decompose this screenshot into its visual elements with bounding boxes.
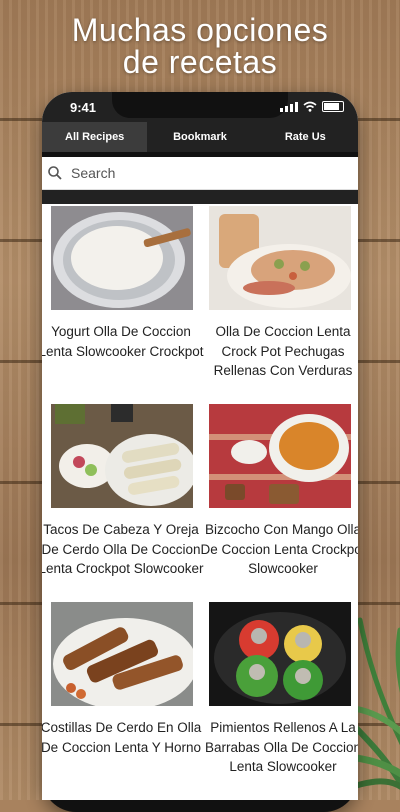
tab-bookmark[interactable]: Bookmark — [147, 122, 252, 152]
recipe-image — [209, 602, 351, 706]
battery-icon — [322, 101, 344, 112]
recipe-image — [51, 404, 193, 508]
search-input[interactable] — [69, 164, 323, 182]
status-time: 9:41 — [70, 100, 97, 115]
promo-headline: Muchas opciones de recetas — [0, 14, 400, 78]
signal-icon — [280, 102, 298, 112]
tab-all-recipes[interactable]: All Recipes — [42, 122, 148, 152]
recipe-image — [51, 206, 193, 310]
recipe-card[interactable]: Pimientos Rellenos A La Barrabas Olla De… — [200, 600, 358, 798]
recipe-card[interactable]: Costillas De Cerdo En Olla De Coccion Le… — [42, 600, 201, 798]
recipe-title: Bizcocho Con Mango Olla De Coccion Lenta… — [200, 522, 358, 576]
recipe-title: Pimientos Rellenos A La Barrabas Olla De… — [204, 720, 358, 774]
wifi-icon — [303, 101, 317, 112]
recipe-title: Yogurt Olla De Coccion Lenta Slowcooker … — [42, 324, 204, 359]
recipe-image — [209, 206, 351, 310]
app-screen: 9:41 All Recipes Bookmark Rate Us Search… — [42, 92, 358, 800]
status-bar: 9:41 — [42, 92, 358, 122]
recipe-card[interactable]: Yogurt Olla De Coccion Lenta Slowcooker … — [42, 204, 204, 402]
search-divider — [42, 190, 358, 204]
recipe-card[interactable]: Tacos De Cabeza Y Oreja De Cerdo Olla De… — [42, 402, 204, 600]
recipe-image — [51, 602, 193, 706]
search-icon — [48, 166, 62, 180]
recipe-title: Costillas De Cerdo En Olla De Coccion Le… — [42, 720, 202, 755]
headline-line-1: Muchas opciones — [71, 12, 329, 48]
tab-bar: All Recipes Bookmark Rate Us — [42, 122, 358, 152]
headline-line-2: de recetas — [122, 44, 278, 80]
search-bar — [42, 157, 358, 190]
recipe-title: Tacos De Cabeza Y Oreja De Cerdo Olla De… — [42, 522, 204, 576]
recipe-card[interactable]: Olla De Coccion Lenta Crock Pot Pechugas… — [200, 204, 358, 402]
recipe-image — [209, 404, 351, 508]
status-icons — [280, 101, 344, 112]
recipe-card[interactable]: Bizcocho Con Mango Olla De Coccion Lenta… — [200, 402, 358, 600]
recipe-grid: Yogurt Olla De Coccion Lenta Slowcooker … — [42, 204, 358, 800]
tab-rate-us[interactable]: Rate Us — [253, 122, 358, 152]
recipe-title: Olla De Coccion Lenta Crock Pot Pechugas… — [213, 324, 353, 378]
phone-notch — [112, 92, 288, 118]
